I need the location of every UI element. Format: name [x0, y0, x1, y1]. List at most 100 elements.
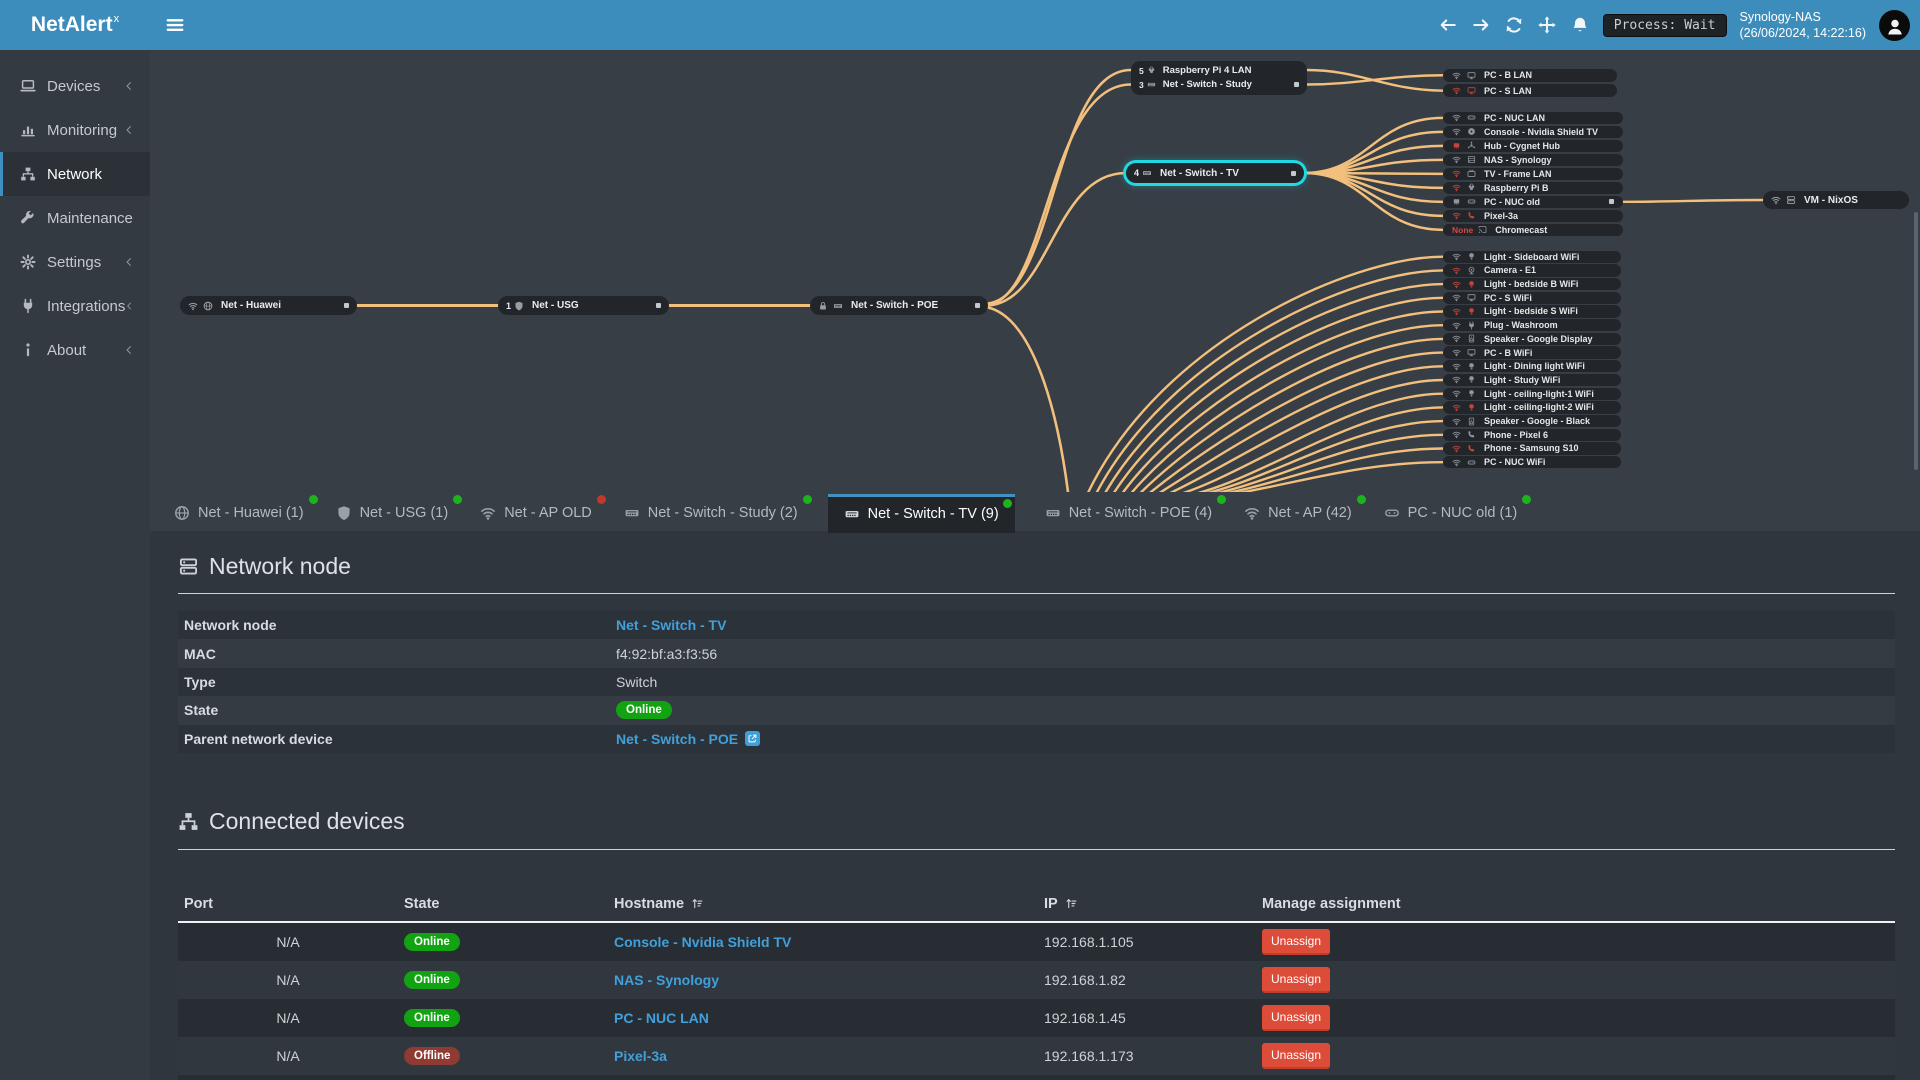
device-link[interactable]: PC - NUC LAN — [614, 1010, 709, 1026]
topology-node-net-switch-study[interactable]: 3 Net - Switch - Study — [1131, 78, 1307, 92]
sidebar-item-about[interactable]: About — [0, 328, 150, 372]
topology-node-pc-b-wifi[interactable]: PC - B WiFi — [1443, 346, 1621, 359]
topology-node-raspberry-pi-4-lan[interactable]: 5 Raspberry Pi 4 LAN — [1131, 64, 1307, 78]
device-link[interactable]: Pixel-3a — [614, 1048, 667, 1064]
header-actions: Process: Wait Synology-NAS (26/06/2024, … — [1424, 0, 1910, 50]
topology-node-camera-e1[interactable]: Camera - E1 — [1443, 264, 1621, 277]
node-label: Chromecast — [1495, 224, 1548, 235]
topology-node-plug-washroom[interactable]: Plug - Washroom — [1443, 319, 1621, 332]
node-label: PC - NUC old — [1484, 196, 1540, 207]
wifi-icon — [1452, 430, 1461, 439]
external-link-button[interactable] — [745, 731, 761, 747]
device-link[interactable]: NAS - Synology — [614, 972, 719, 988]
collapse-toggle[interactable] — [344, 303, 349, 308]
topology-node-tv[interactable]: 4 Net - Switch - TV — [1126, 163, 1304, 183]
shield-icon — [336, 505, 352, 521]
tab-switch-tv[interactable]: Net - Switch - TV (9) — [827, 493, 1015, 533]
hamburger-menu-icon[interactable] — [165, 15, 185, 35]
topology-node-pc-nuc-lan[interactable]: PC - NUC LAN — [1443, 111, 1623, 125]
detail-label: State — [184, 702, 219, 719]
topology-node-usg[interactable]: 1 Net - USG — [498, 296, 669, 315]
tab-status-dot-red — [596, 495, 606, 504]
sidebar-item-network[interactable]: Network — [0, 152, 150, 196]
topology-node-speaker-google-display[interactable]: Speaker - Google Display — [1443, 332, 1621, 346]
topology-node-light-sideboard-wifi[interactable]: Light - Sideboard WiFi — [1443, 250, 1621, 263]
topology-node-light-dining-light-wifi[interactable]: Light - Dining light WiFi — [1443, 360, 1621, 373]
wifi-icon — [1771, 195, 1781, 205]
sidebar-item-maintenance[interactable]: Maintenance — [0, 196, 150, 240]
device-link[interactable]: Net - Switch - TV — [616, 617, 726, 633]
topology-node-nas-synology[interactable]: NAS - Synology — [1443, 153, 1623, 167]
collapse-toggle[interactable] — [975, 303, 980, 308]
topology-node-raspberry-pi-b[interactable]: Raspberry Pi B — [1443, 181, 1623, 195]
detail-row-parent-network-device: Parent network device Net - Switch - POE — [178, 724, 1895, 753]
network-node-details: Network node Net - Switch - TV MAC f4:92:bf… — [178, 611, 1895, 753]
tab-usg[interactable]: Net - USG (1) — [334, 495, 463, 529]
desktop-icon — [1467, 71, 1476, 80]
device-link[interactable]: Net - Switch - POE — [616, 731, 738, 747]
topology-node-light-bedside-b-wifi[interactable]: Light - bedside B WiFi — [1443, 277, 1621, 291]
status-badge: Online — [404, 933, 460, 952]
topology-node-pixel-3a[interactable]: Pixel-3a — [1443, 209, 1623, 223]
device-link[interactable]: Console - Nvidia Shield TV — [614, 934, 791, 950]
unassign-button[interactable]: Unassign — [1262, 1042, 1331, 1069]
move-icon[interactable] — [1538, 16, 1556, 34]
state-cell: Online — [398, 932, 608, 952]
topology-node-huawei[interactable]: Net - Huawei — [180, 296, 357, 315]
topology-node-speaker-google-black[interactable]: Speaker - Google - Black — [1443, 414, 1621, 428]
sidebar-item-integrations[interactable]: Integrations — [0, 284, 150, 328]
collapse-toggle[interactable] — [656, 303, 661, 308]
process-status-badge: Process: Wait — [1602, 13, 1727, 37]
column-header-ip[interactable]: IP — [1038, 896, 1256, 912]
wrench-icon — [20, 210, 36, 226]
user-avatar[interactable] — [1879, 9, 1910, 41]
topology-node-phone-samsung-s10[interactable]: Phone - Samsung S10 — [1443, 442, 1621, 455]
tab-switch-study[interactable]: Net - Switch - Study (2) — [622, 495, 812, 529]
topology-node-pc-s-lan[interactable]: PC - S LAN — [1443, 83, 1617, 98]
tab-switch-poe[interactable]: Net - Switch - POE (4) — [1043, 495, 1227, 529]
unassign-button[interactable]: Unassign — [1262, 1004, 1331, 1031]
node-label: Speaker - Google - Black — [1484, 416, 1591, 427]
topology-node-pc-b-lan[interactable]: PC - B LAN — [1443, 68, 1617, 82]
collapse-toggle[interactable] — [1291, 170, 1296, 176]
ext-arrow-icon — [748, 734, 757, 743]
tab-ap-old[interactable]: Net - AP OLD — [478, 495, 606, 529]
topology-node-tv-frame-lan[interactable]: TV - Frame LAN — [1443, 167, 1623, 181]
speaker-icon — [1467, 334, 1476, 343]
collapse-toggle[interactable] — [1294, 82, 1299, 88]
topology-node-hub-cygnet-hub[interactable]: Hub - Cygnet Hub — [1443, 139, 1623, 153]
usb-icon — [1467, 197, 1476, 206]
sidebar-item-monitoring[interactable]: Monitoring — [0, 108, 150, 152]
tab-pc-nuc-old[interactable]: PC - NUC old (1) — [1382, 495, 1532, 529]
tab-huawei[interactable]: Net - Huawei (1) — [172, 495, 318, 529]
app-logo[interactable]: NetAlert x — [0, 0, 150, 50]
refresh-icon[interactable] — [1505, 16, 1523, 34]
topology-node-poe[interactable]: Net - Switch - POE — [810, 296, 988, 315]
topology-node-pc-s-wifi[interactable]: PC - S WiFi — [1443, 291, 1621, 304]
sidebar-item-settings[interactable]: Settings — [0, 240, 150, 284]
topology-node-chromecast[interactable]: None Chromecast — [1443, 223, 1623, 237]
sidebar-item-label: Settings — [47, 253, 102, 271]
topology-node-phone-pixel-6[interactable]: Phone - Pixel 6 — [1443, 428, 1621, 441]
nav-forward-icon[interactable] — [1472, 16, 1490, 34]
topology-node-pc-nuc-wifi[interactable]: PC - NUC WiFi — [1443, 456, 1621, 469]
column-header-hostname[interactable]: Hostname — [608, 896, 1038, 912]
wifi-icon — [1452, 266, 1461, 275]
topology-node-console-nvidia-shield-tv[interactable]: Console - Nvidia Shield TV — [1443, 125, 1623, 139]
topology-node-light-bedside-s-wifi[interactable]: Light - bedside S WiFi — [1443, 305, 1621, 318]
unassign-button[interactable]: Unassign — [1262, 966, 1331, 993]
topology-node-light-study-wifi[interactable]: Light - Study WiFi — [1443, 373, 1621, 387]
diagram-scrollbar-thumb[interactable] — [1914, 212, 1918, 470]
topology-node-light-ceiling-light-1-wifi[interactable]: Light - ceiling-light-1 WiFi — [1443, 387, 1621, 400]
topology-node-pc-nuc-old[interactable]: PC - NUC old — [1443, 195, 1623, 209]
nav-back-icon[interactable] — [1439, 16, 1457, 34]
sort-icon — [691, 897, 704, 910]
sidebar-item-devices[interactable]: Devices — [0, 64, 150, 108]
tab-ap[interactable]: Net - AP (42) — [1242, 495, 1366, 529]
bell-icon[interactable] — [1571, 16, 1589, 34]
topology-node-light-ceiling-light-2-wifi[interactable]: Light - ceiling-light-2 WiFi — [1443, 401, 1621, 414]
wifi-icon — [1452, 348, 1461, 357]
topology-node-vm[interactable]: VM - NixOS — [1763, 191, 1909, 209]
collapse-toggle[interactable] — [1609, 199, 1614, 205]
unassign-button[interactable]: Unassign — [1262, 928, 1331, 955]
